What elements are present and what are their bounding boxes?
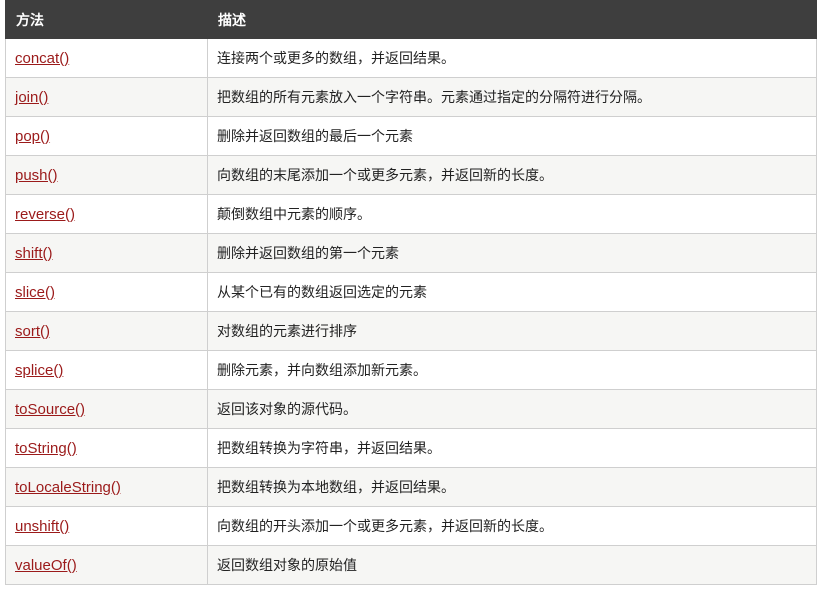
table-row: valueOf() 返回数组对象的原始值: [5, 545, 817, 585]
method-cell: toString(): [5, 428, 208, 468]
method-cell: sort(): [5, 311, 208, 351]
description-cell: 向数组的开头添加一个或更多元素，并返回新的长度。: [207, 506, 817, 546]
table-row: toLocaleString() 把数组转换为本地数组，并返回结果。: [5, 467, 817, 507]
method-cell: toLocaleString(): [5, 467, 208, 507]
description-cell: 对数组的元素进行排序: [207, 311, 817, 351]
table-row: reverse() 颠倒数组中元素的顺序。: [5, 194, 817, 234]
method-cell: valueOf(): [5, 545, 208, 585]
description-cell: 返回该对象的源代码。: [207, 389, 817, 429]
method-cell: concat(): [5, 38, 208, 78]
header-description: 描述: [207, 0, 817, 39]
method-link-push[interactable]: push(): [15, 167, 58, 184]
description-cell: 删除元素，并向数组添加新元素。: [207, 350, 817, 390]
description-cell: 把数组转换为本地数组，并返回结果。: [207, 467, 817, 507]
description-cell: 删除并返回数组的第一个元素: [207, 233, 817, 273]
method-link-unshift[interactable]: unshift(): [15, 518, 69, 535]
table-header: 方法 描述: [5, 0, 817, 39]
header-row: 方法 描述: [5, 0, 817, 39]
method-cell: pop(): [5, 116, 208, 156]
table-row: push() 向数组的末尾添加一个或更多元素，并返回新的长度。: [5, 155, 817, 195]
description-cell: 向数组的末尾添加一个或更多元素，并返回新的长度。: [207, 155, 817, 195]
table-row: toSource() 返回该对象的源代码。: [5, 389, 817, 429]
method-link-slice[interactable]: slice(): [15, 284, 55, 301]
description-cell: 连接两个或更多的数组，并返回结果。: [207, 38, 817, 78]
table-row: shift() 删除并返回数组的第一个元素: [5, 233, 817, 273]
method-link-valueof[interactable]: valueOf(): [15, 557, 77, 574]
table-row: pop() 删除并返回数组的最后一个元素: [5, 116, 817, 156]
header-method: 方法: [5, 0, 208, 39]
method-cell: shift(): [5, 233, 208, 273]
method-cell: reverse(): [5, 194, 208, 234]
method-link-reverse[interactable]: reverse(): [15, 206, 75, 223]
method-link-join[interactable]: join(): [15, 89, 48, 106]
method-cell: splice(): [5, 350, 208, 390]
table-row: join() 把数组的所有元素放入一个字符串。元素通过指定的分隔符进行分隔。: [5, 77, 817, 117]
description-cell: 把数组的所有元素放入一个字符串。元素通过指定的分隔符进行分隔。: [207, 77, 817, 117]
table-row: toString() 把数组转换为字符串，并返回结果。: [5, 428, 817, 468]
table-row: slice() 从某个已有的数组返回选定的元素: [5, 272, 817, 312]
description-cell: 颠倒数组中元素的顺序。: [207, 194, 817, 234]
method-link-tosource[interactable]: toSource(): [15, 401, 85, 418]
method-link-tolocalestring[interactable]: toLocaleString(): [15, 479, 121, 496]
table-row: unshift() 向数组的开头添加一个或更多元素，并返回新的长度。: [5, 506, 817, 546]
method-link-concat[interactable]: concat(): [15, 50, 69, 67]
method-cell: unshift(): [5, 506, 208, 546]
description-cell: 返回数组对象的原始值: [207, 545, 817, 585]
table-row: splice() 删除元素，并向数组添加新元素。: [5, 350, 817, 390]
method-link-sort[interactable]: sort(): [15, 323, 50, 340]
description-cell: 从某个已有的数组返回选定的元素: [207, 272, 817, 312]
table-row: concat() 连接两个或更多的数组，并返回结果。: [5, 38, 817, 78]
description-cell: 把数组转换为字符串，并返回结果。: [207, 428, 817, 468]
array-methods-table: 方法 描述 concat() 连接两个或更多的数组，并返回结果。 join() …: [5, 0, 817, 585]
method-link-tostring[interactable]: toString(): [15, 440, 77, 457]
method-cell: toSource(): [5, 389, 208, 429]
method-cell: join(): [5, 77, 208, 117]
table-body: concat() 连接两个或更多的数组，并返回结果。 join() 把数组的所有…: [5, 38, 817, 585]
method-link-splice[interactable]: splice(): [15, 362, 63, 379]
method-link-shift[interactable]: shift(): [15, 245, 53, 262]
description-cell: 删除并返回数组的最后一个元素: [207, 116, 817, 156]
method-cell: push(): [5, 155, 208, 195]
table-row: sort() 对数组的元素进行排序: [5, 311, 817, 351]
method-link-pop[interactable]: pop(): [15, 128, 50, 145]
method-cell: slice(): [5, 272, 208, 312]
